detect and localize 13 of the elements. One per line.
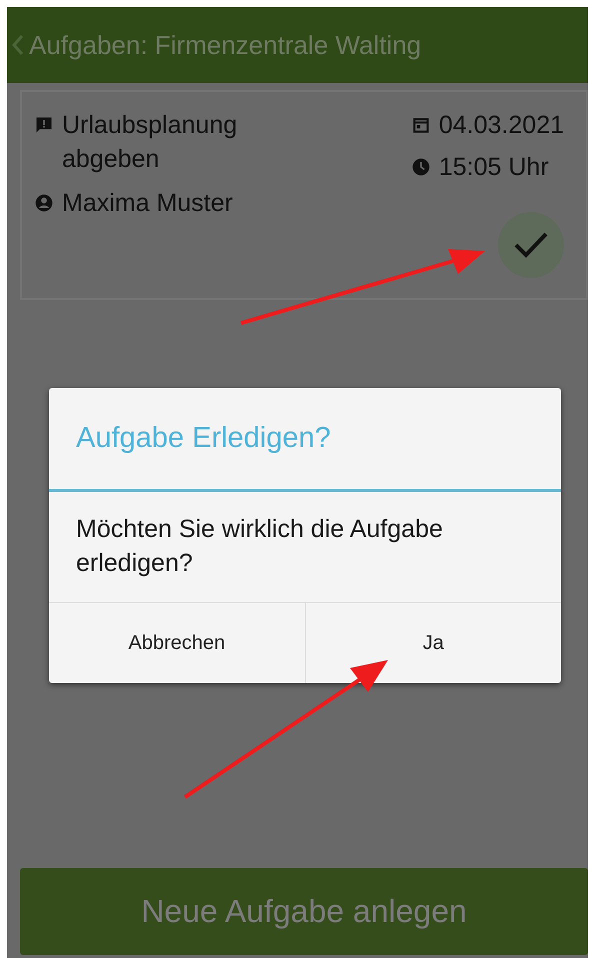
message-alert-icon [34,115,54,135]
checkmark-icon [514,231,548,259]
person-icon [34,193,54,213]
dialog-button[interactable]: Abbrechen [49,603,304,683]
calendar-icon [410,115,431,135]
dialog-message: Möchten Sie wirklich die Aufgabe erledigen? [49,492,561,603]
task-date: 04.03.2021 [438,110,564,141]
task-assignee: Maxima Muster [62,188,233,219]
task-time: 15:05 Uhr [438,152,549,183]
task-title: Urlaubsplanung abgeben [62,110,238,175]
screen-title: Aufgaben: Firmenzentrale Walting [29,30,422,60]
clock-icon [410,157,431,177]
dialog-title: Aufgabe Erledigen? [49,388,561,492]
